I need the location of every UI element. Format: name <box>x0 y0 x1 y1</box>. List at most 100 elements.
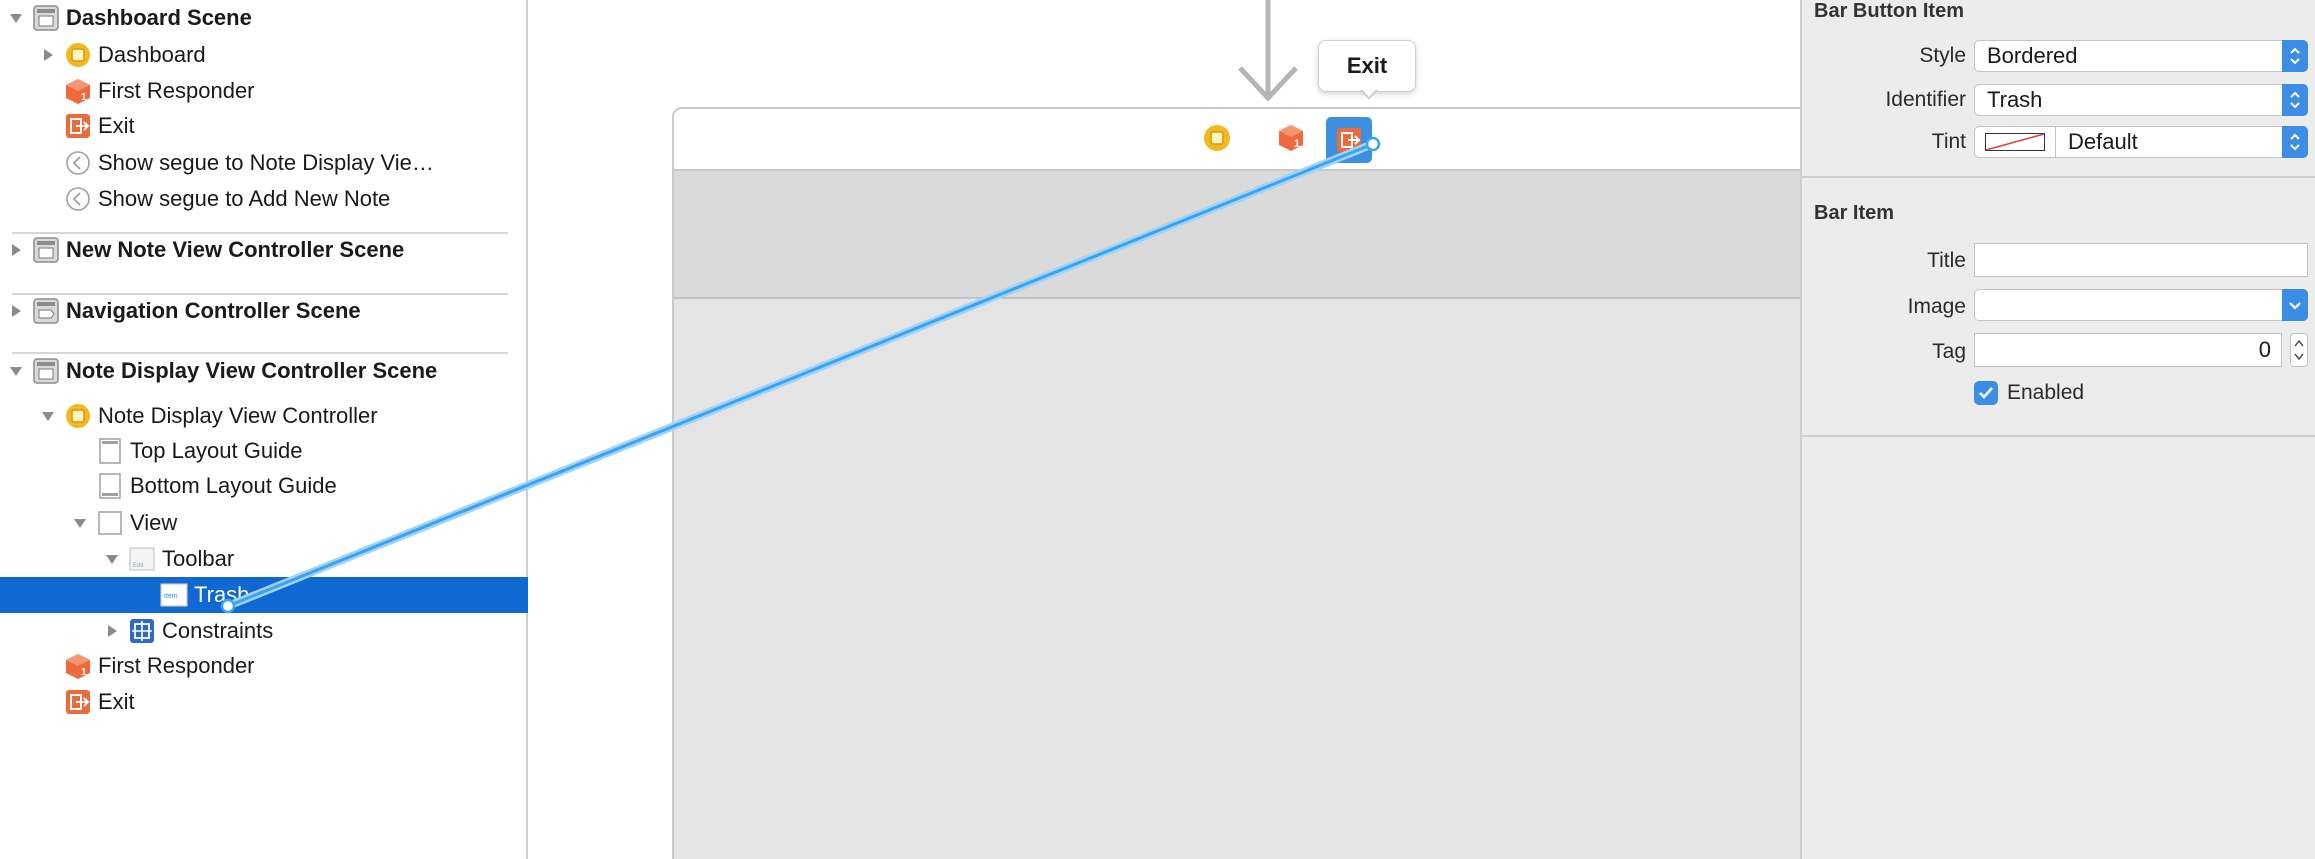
tint-label: Tint <box>1931 130 1966 153</box>
outline-row-label: Exit <box>98 689 135 714</box>
first-responder-icon: 1 <box>64 652 92 680</box>
style-value: Bordered <box>1987 43 2078 68</box>
disclosure-collapsed-icon[interactable] <box>38 45 58 65</box>
section-divider <box>1802 435 2315 437</box>
outline-row-label: Trash <box>194 582 250 607</box>
navigation-bar[interactable] <box>674 171 1800 299</box>
first-responder-icon[interactable]: 1 <box>1274 121 1308 155</box>
outline-row-view[interactable]: View <box>0 506 528 540</box>
up-down-arrows-icon <box>2282 40 2308 72</box>
outline-separator <box>12 293 508 295</box>
up-down-arrows-icon <box>2282 84 2308 116</box>
exit-icon <box>64 112 92 140</box>
toolbar-icon: Edit <box>128 545 156 573</box>
svg-text:Edit: Edit <box>133 563 144 569</box>
outline-row-label: Dashboard <box>98 42 206 67</box>
attributes-inspector: Bar Button Item Style Bordered Identifie… <box>1800 0 2315 859</box>
outline-row-first-responder[interactable]: 1 First Responder <box>0 649 528 683</box>
title-label: Title <box>1927 249 1966 272</box>
outline-row-label: Dashboard Scene <box>66 5 252 30</box>
view-controller-icon <box>64 402 92 430</box>
enabled-checkbox[interactable] <box>1974 381 1998 405</box>
style-popup[interactable]: Bordered <box>1974 40 2308 72</box>
view-controller-icon[interactable] <box>1200 121 1234 155</box>
image-combo[interactable] <box>1974 289 2308 321</box>
segue-icon <box>64 149 92 177</box>
tint-swatch[interactable] <box>1975 127 2056 157</box>
chevron-down-icon[interactable] <box>2282 289 2308 321</box>
outline-row-show-segue-to-add-new-note[interactable]: Show segue to Add New Note <box>0 182 528 216</box>
outline-row-label: New Note View Controller Scene <box>66 237 405 262</box>
disclosure-expanded-icon[interactable] <box>38 406 58 426</box>
constraints-icon <box>128 617 156 645</box>
outline-row-label: Toolbar <box>162 546 235 571</box>
segue-icon <box>64 185 92 213</box>
outline-row-exit[interactable]: Exit <box>0 685 528 719</box>
title-field[interactable] <box>1974 243 2308 277</box>
view-icon <box>96 509 124 537</box>
tint-popup[interactable]: Default <box>1974 126 2308 158</box>
svg-text:1: 1 <box>81 667 87 678</box>
outline-row-label: First Responder <box>98 653 255 678</box>
outline-row-constraints[interactable]: Constraints <box>0 614 528 648</box>
outline-row-label: Show segue to Note Display Vie… <box>98 150 434 175</box>
outline-row-top-layout-guide[interactable]: Top Layout Guide <box>0 434 528 468</box>
outline-row-toolbar[interactable]: Edit Toolbar <box>0 542 528 576</box>
outline-row-label: Note Display View Controller <box>98 403 378 428</box>
outline-row-note-display-view-controller-scene[interactable]: Note Display View Controller Scene <box>0 354 528 388</box>
svg-text:1: 1 <box>81 92 87 103</box>
outline-row-trash[interactable]: Item Trash <box>0 577 528 613</box>
scene-icon <box>32 357 60 385</box>
bar-button-item-icon: Item <box>160 581 188 609</box>
document-outline: Dashboard Scene Dashboard 1 First Responder… <box>0 0 528 859</box>
tag-field[interactable]: 0 <box>1974 333 2282 367</box>
outline-row-new-note-view-controller-scene[interactable]: New Note View Controller Scene <box>0 233 528 267</box>
disclosure-expanded-icon[interactable] <box>6 361 26 381</box>
tooltip-tail-inner <box>1362 89 1376 97</box>
view-controller-frame[interactable]: 1 <box>672 107 1800 859</box>
exit-icon[interactable] <box>1326 117 1372 163</box>
outline-row-label: Exit <box>98 113 135 138</box>
bottom-layout-guide-icon <box>96 472 124 500</box>
outline-row-label: Note Display View Controller Scene <box>66 358 438 383</box>
up-down-arrows-icon <box>2282 126 2308 158</box>
disclosure-expanded-icon[interactable] <box>70 513 90 533</box>
checkmark-icon <box>1979 387 1993 399</box>
disclosure-collapsed-icon[interactable] <box>6 240 26 260</box>
outline-row-label: Constraints <box>162 618 274 643</box>
identifier-popup[interactable]: Trash <box>1974 84 2308 116</box>
disclosure-expanded-icon[interactable] <box>6 8 26 28</box>
outline-row-dashboard[interactable]: Dashboard <box>0 38 528 72</box>
disclosure-collapsed-icon[interactable] <box>102 621 122 641</box>
exit-tooltip: Exit <box>1318 40 1416 92</box>
disclosure-collapsed-icon[interactable] <box>6 301 26 321</box>
style-label: Style <box>1919 44 1966 67</box>
disclosure-expanded-icon[interactable] <box>102 549 122 569</box>
outline-row-dashboard-scene[interactable]: Dashboard Scene <box>0 1 528 35</box>
outline-row-show-segue-to-note-display-vie[interactable]: Show segue to Note Display Vie… <box>0 146 528 180</box>
storyboard-canvas[interactable]: 1 Exit <box>528 0 1800 859</box>
outline-separator <box>12 352 508 354</box>
tint-value: Default <box>2068 129 2138 154</box>
outline-row-bottom-layout-guide[interactable]: Bottom Layout Guide <box>0 469 528 503</box>
tag-stepper[interactable] <box>2290 333 2308 367</box>
nav-scene-icon <box>32 297 60 325</box>
outline-row-exit[interactable]: Exit <box>0 109 528 143</box>
image-label: Image <box>1907 295 1966 318</box>
bar-item-section-title: Bar Item <box>1814 202 1895 224</box>
outline-row-note-display-view-controller[interactable]: Note Display View Controller <box>0 399 528 433</box>
enabled-label: Enabled <box>2007 381 2085 404</box>
scene-dock: 1 <box>674 109 1800 171</box>
view-controller-icon <box>64 41 92 69</box>
outline-row-first-responder[interactable]: 1 First Responder <box>0 74 528 108</box>
outline-row-navigation-controller-scene[interactable]: Navigation Controller Scene <box>0 294 528 328</box>
stepper-arrows-icon <box>2294 339 2304 361</box>
